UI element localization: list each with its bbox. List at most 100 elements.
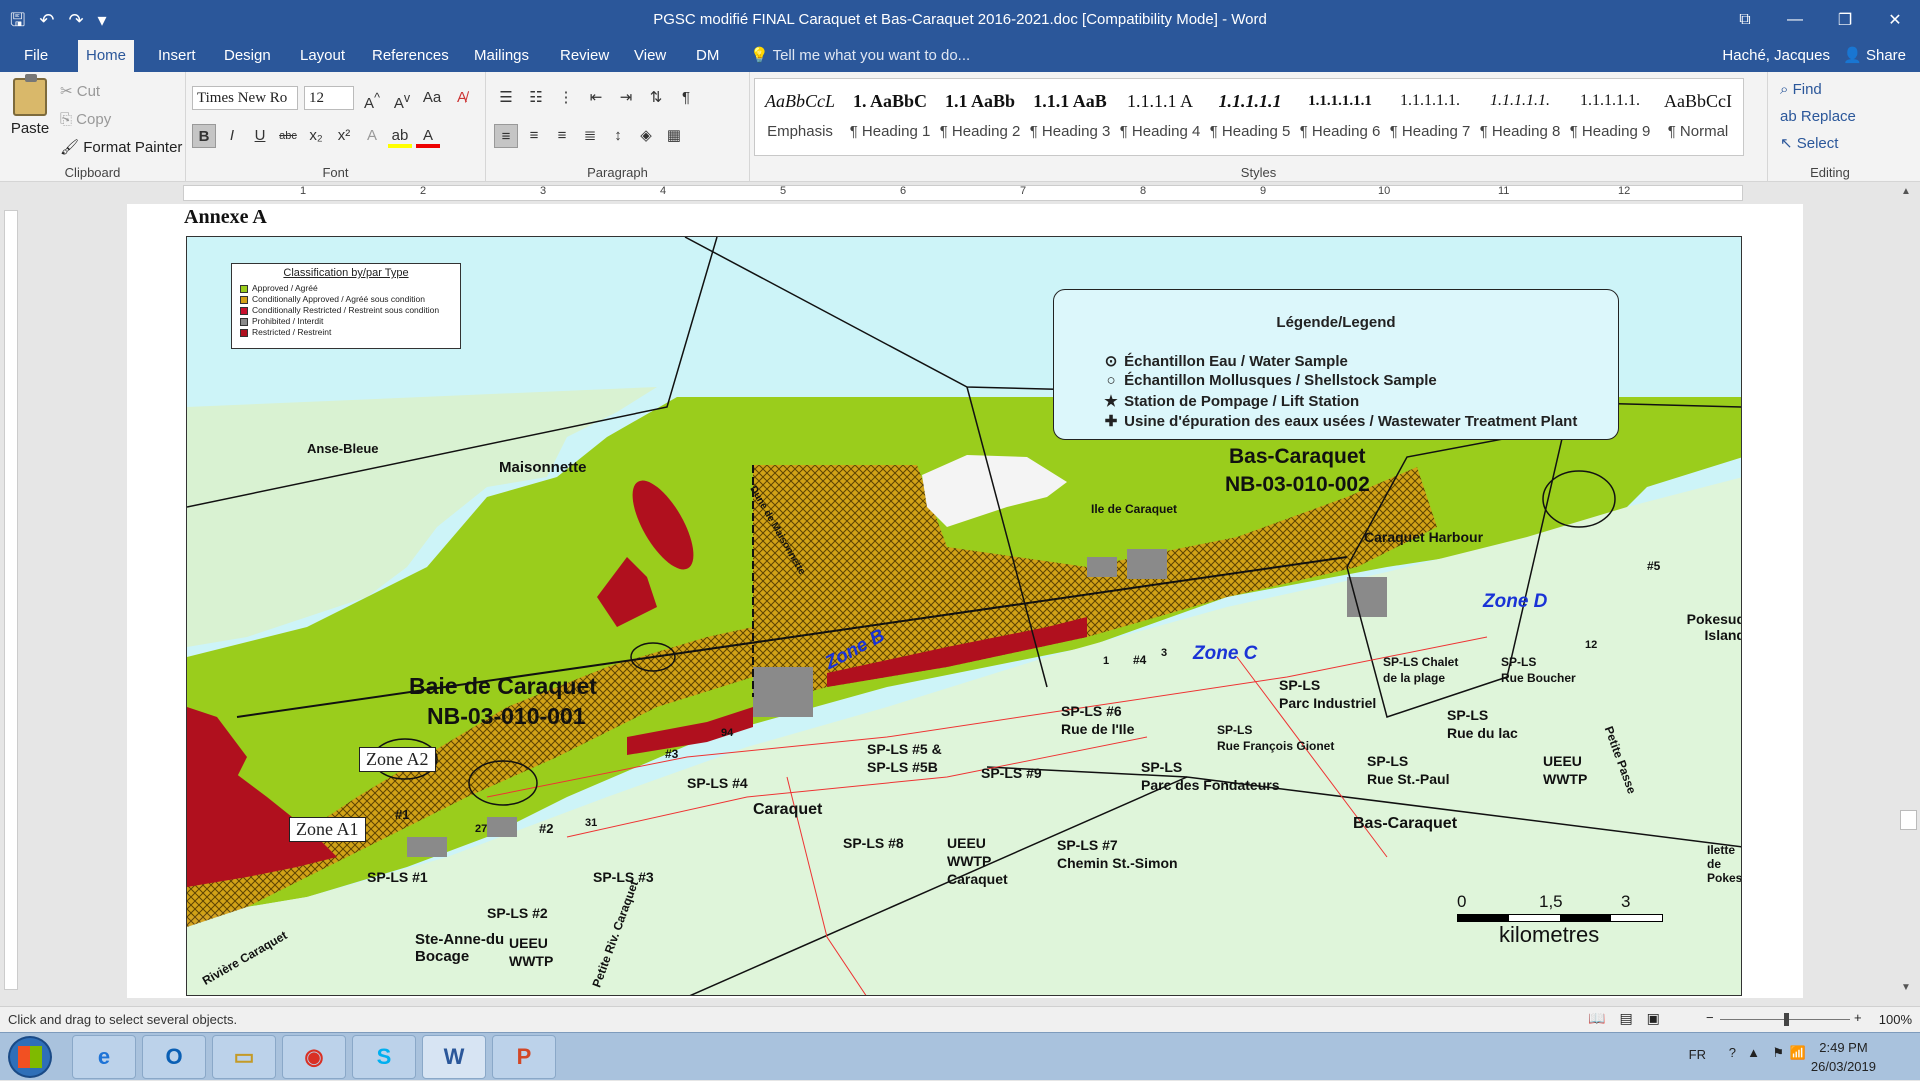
scroll-up-icon[interactable]: ▲ (1901, 186, 1911, 197)
align-right-icon[interactable]: ≡ (550, 124, 574, 148)
style-normal[interactable]: AaBbCcI ¶ Normal (1655, 79, 1741, 155)
justify-icon[interactable]: ≣ (578, 124, 602, 148)
style-heading-6[interactable]: 1.1.1.1.1.1 ¶ Heading 6 (1295, 79, 1385, 155)
replace-button[interactable]: ab Replace (1780, 103, 1856, 130)
scrollbar-thumb[interactable] (1900, 810, 1917, 830)
tab-view[interactable]: View (626, 40, 674, 72)
tab-insert[interactable]: Insert (150, 40, 204, 72)
chrome-icon[interactable]: ◉ (282, 1035, 346, 1079)
clear-formatting-icon[interactable]: A̸ (450, 86, 474, 110)
horizontal-ruler[interactable]: 1 2 3 4 5 6 7 8 9 10 11 12 (0, 182, 1920, 204)
multilevel-list-icon[interactable]: ⋮ (554, 86, 578, 110)
tab-file[interactable]: File (16, 40, 56, 72)
style-heading-1[interactable]: 1. AaBbC ¶ Heading 1 (845, 79, 935, 155)
file-explorer-icon[interactable]: ▭ (212, 1035, 276, 1079)
sort-icon[interactable]: ⇅ (644, 86, 668, 110)
zoom-slider-thumb[interactable] (1784, 1013, 1789, 1026)
borders-icon[interactable]: ▦ (662, 124, 686, 148)
shading-icon[interactable]: ◈ (634, 124, 658, 148)
tab-layout[interactable]: Layout (292, 40, 353, 72)
grow-font-icon[interactable]: A^ (360, 86, 384, 112)
tab-references[interactable]: References (364, 40, 457, 72)
style-heading-7[interactable]: 1.1.1.1.1. ¶ Heading 7 (1385, 79, 1475, 155)
shellfish-classification-map[interactable]: Classification by/par Type Approved / Ag… (186, 236, 1742, 996)
decrease-indent-icon[interactable]: ⇤ (584, 86, 608, 110)
start-button[interactable] (8, 1036, 52, 1078)
cut-button[interactable]: ✂ Cut (60, 78, 182, 106)
change-case-icon[interactable]: Aa (420, 86, 444, 110)
skype-icon[interactable]: S (352, 1035, 416, 1079)
print-layout-icon[interactable]: ▤ (1619, 1010, 1632, 1027)
style-heading-2[interactable]: 1.1 AaBb ¶ Heading 2 (935, 79, 1025, 155)
tab-design[interactable]: Design (216, 40, 279, 72)
style-emphasis[interactable]: AaBbCcL Emphasis (755, 79, 845, 155)
scroll-down-icon[interactable]: ▼ (1901, 982, 1911, 993)
close-icon[interactable]: ✕ (1870, 0, 1920, 40)
network-icon[interactable]: 📶 (1790, 1045, 1806, 1061)
ribbon-display-icon[interactable]: ⧉ (1720, 0, 1770, 40)
bold-icon[interactable]: B (192, 124, 216, 148)
font-color-icon[interactable]: A (416, 124, 440, 148)
station-boucher: SP-LS (1501, 655, 1537, 669)
highlight-icon[interactable]: ab (388, 124, 412, 148)
flag-icon[interactable]: ⚑ (1772, 1045, 1784, 1061)
tell-me-search[interactable]: 💡 Tell me what you want to do... (750, 40, 970, 72)
underline-icon[interactable]: U (248, 124, 272, 148)
ruler-number: 11 (1498, 185, 1510, 197)
line-spacing-icon[interactable]: ↕ (606, 124, 630, 148)
station-ls7-street: Chemin St.-Simon (1057, 855, 1178, 871)
style-heading-8[interactable]: 1.1.1.1.1. ¶ Heading 8 (1475, 79, 1565, 155)
bullets-icon[interactable]: ☰ (494, 86, 518, 110)
superscript-icon[interactable]: x² (332, 124, 356, 148)
language-indicator[interactable]: FR (1689, 1047, 1706, 1062)
align-left-icon[interactable]: ≡ (494, 124, 518, 148)
internet-explorer-icon[interactable]: e (72, 1035, 136, 1079)
read-mode-icon[interactable]: 📖 (1588, 1010, 1605, 1027)
shrink-font-icon[interactable]: Av (390, 86, 414, 112)
tab-review[interactable]: Review (552, 40, 617, 72)
select-button[interactable]: ↖ Select (1780, 130, 1856, 157)
maximize-icon[interactable]: ❐ (1820, 0, 1870, 40)
zoom-out-icon[interactable]: − (1706, 1010, 1714, 1025)
document-heading[interactable]: Annexe A (184, 206, 267, 229)
web-layout-icon[interactable]: ▣ (1647, 1010, 1660, 1027)
style-heading-3[interactable]: 1.1.1 AaB ¶ Heading 3 (1025, 79, 1115, 155)
outlook-icon[interactable]: O (142, 1035, 206, 1079)
subscript-icon[interactable]: x₂ (304, 124, 328, 148)
sample-site-12: 12 (1585, 639, 1598, 651)
powerpoint-icon[interactable]: P (492, 1035, 556, 1079)
scissors-icon: ✂ (60, 83, 77, 100)
format-painter-button[interactable]: 🖌 Format Painter (60, 134, 182, 162)
text-effects-icon[interactable]: A (360, 124, 384, 148)
increase-indent-icon[interactable]: ⇥ (614, 86, 638, 110)
style-heading-4[interactable]: 1.1.1.1 A ¶ Heading 4 (1115, 79, 1205, 155)
zoom-in-icon[interactable]: + (1854, 1010, 1862, 1025)
minimize-icon[interactable]: — (1770, 0, 1820, 40)
legend-item-label: Échantillon Mollusques / Shellstock Samp… (1124, 372, 1437, 389)
vertical-scrollbar[interactable]: ▲ ▼ (1897, 182, 1920, 998)
word-icon[interactable]: W (422, 1035, 486, 1079)
font-name-select[interactable]: Times New Ro (192, 86, 298, 110)
tab-mailings[interactable]: Mailings (466, 40, 537, 72)
help-icon[interactable]: ? (1729, 1045, 1736, 1060)
italic-icon[interactable]: I (220, 124, 244, 148)
wwtp-caraquet-town: Caraquet (947, 871, 1008, 887)
zoom-level[interactable]: 100% (1879, 1012, 1912, 1027)
tab-home[interactable]: Home (78, 40, 135, 72)
style-heading-9[interactable]: 1.1.1.1.1. ¶ Heading 9 (1565, 79, 1655, 155)
copy-button[interactable]: ⎘ Copy (60, 106, 182, 134)
numbering-icon[interactable]: ☷ (524, 86, 548, 110)
clock[interactable]: 2:49 PM 26/03/2019 (1811, 1038, 1876, 1076)
font-size-select[interactable]: 12 (304, 86, 354, 110)
find-button[interactable]: ⌕ Find (1780, 76, 1856, 103)
paste-button[interactable]: Paste (8, 74, 52, 137)
strikethrough-icon[interactable]: abc (276, 124, 300, 148)
vertical-ruler[interactable] (0, 204, 22, 998)
align-center-icon[interactable]: ≡ (522, 124, 546, 148)
show-marks-icon[interactable]: ¶ (674, 86, 698, 110)
style-heading-5[interactable]: 1.1.1.1.1 ¶ Heading 5 (1205, 79, 1295, 155)
tab-dm[interactable]: DM (688, 40, 727, 72)
share-button[interactable]: 👤 Share (1843, 40, 1906, 72)
user-name[interactable]: Haché, Jacques (1722, 40, 1830, 72)
show-hidden-icon[interactable]: ▲ (1747, 1045, 1760, 1060)
